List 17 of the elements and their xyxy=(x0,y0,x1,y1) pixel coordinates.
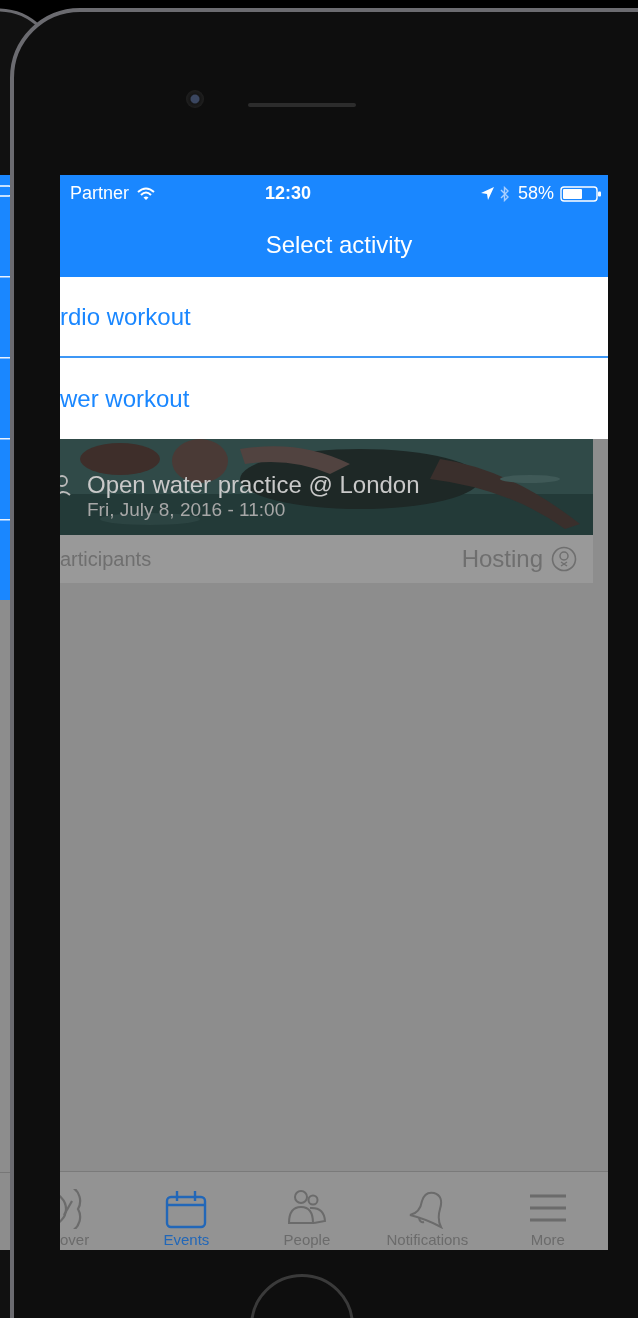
person-icon xyxy=(60,473,72,499)
screen-title: Select activity xyxy=(264,230,413,259)
tab-item[interactable]: Events xyxy=(126,1172,247,1250)
event-date: Fri, July 8, 2016 - 11:00 xyxy=(87,499,287,521)
menu-item[interactable]: rdio workout xyxy=(60,277,608,358)
camera-icon xyxy=(186,90,204,108)
wifi-icon xyxy=(137,186,156,201)
carrier-name: Partner xyxy=(70,183,130,204)
battery-icon xyxy=(560,185,602,202)
status-time: 12:30 xyxy=(263,183,312,204)
location-arrow-icon xyxy=(480,187,494,200)
battery-percent: 58% xyxy=(517,183,554,204)
calendar-icon xyxy=(165,1189,208,1229)
medal-icon xyxy=(551,546,577,572)
event-title: Open water practice @ London xyxy=(87,471,420,499)
bluetooth-icon xyxy=(499,185,510,202)
menu-item[interactable]: wer workout xyxy=(60,358,608,439)
